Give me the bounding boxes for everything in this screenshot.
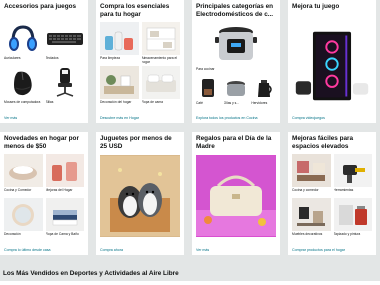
- cookware-image: [4, 154, 43, 187]
- tile-bedding[interactable]: Ropa de cama: [141, 66, 180, 108]
- card-title: Juguetes por menos de 25 USD: [100, 135, 172, 150]
- card-title: Mejora tu juego: [292, 3, 340, 10]
- card-home-under-50: Novedades en hogar por menos de $50 Coci…: [0, 132, 88, 255]
- tile-label: Ollas y s...: [223, 101, 240, 105]
- tile-label: Ropa de Cama y Baño: [45, 232, 79, 236]
- mirror-image: [4, 198, 43, 231]
- gaming-pc-image[interactable]: [292, 23, 372, 109]
- tile-label: Cocina y comedor: [292, 188, 319, 192]
- card-home-essentials: Compra los esenciales para tu hogar Para…: [96, 0, 184, 123]
- handbag-image[interactable]: [196, 155, 276, 237]
- headset-image: [4, 22, 43, 55]
- tile-headsets[interactable]: Auriculares: [4, 22, 43, 64]
- tile-label: Decoración del hogar: [100, 100, 132, 104]
- card-gaming-accessories: Accesorios para juegos Auriculares Tecla…: [0, 0, 88, 123]
- tile-mice[interactable]: Mouses de computadora: [4, 66, 43, 108]
- tile-label: Auriculares: [4, 56, 21, 60]
- card-toys-under-25: Juguetes por menos de 25 USD Compra ahor…: [96, 132, 184, 255]
- dining-image: [292, 154, 331, 187]
- tile-label: Teclados: [45, 56, 59, 60]
- tile-cooking[interactable]: Para cocinar: [196, 22, 276, 75]
- card-easy-upgrades: Mejoras fáciles para espacios elevados C…: [288, 132, 376, 255]
- tile-label: Para limpieza: [100, 56, 120, 60]
- card-title: Mejoras fáciles para espacios elevados: [292, 135, 354, 150]
- best-sellers-sports-heading: Los Más Vendidos en Deportes y Actividad…: [3, 270, 179, 277]
- tile-decorative-furniture[interactable]: Muebles decorativos: [292, 198, 331, 240]
- coffee-maker-image: [196, 76, 221, 100]
- tile-label: Mejoras del Hogar: [45, 188, 73, 192]
- tile-label: Decoración: [4, 232, 21, 236]
- gaming-chair-image: [46, 66, 85, 99]
- tile-storage[interactable]: Almacenamiento para el hogar: [141, 22, 180, 64]
- tile-kettles[interactable]: Hervidores: [251, 76, 276, 109]
- tile-label: Almacenamiento para el hogar: [141, 56, 178, 64]
- best-sellers-carousel[interactable]: [0, 281, 380, 285]
- tile-tools[interactable]: Herramientas: [333, 154, 372, 196]
- tile-kitchen-dining[interactable]: Cocina y Comedor: [4, 154, 43, 196]
- see-more-link[interactable]: Ver más: [196, 248, 209, 252]
- tile-label: Cocina y Comedor: [4, 188, 32, 192]
- tile-upholstery-paint[interactable]: Tapizado y pintura: [333, 198, 372, 240]
- home-decor-image: [100, 66, 139, 99]
- tile-label: Sillas: [45, 100, 54, 104]
- kettle-image: [251, 76, 276, 100]
- paint-image: [333, 198, 372, 231]
- card-title: Compra los esenciales para tu hogar: [100, 3, 170, 18]
- shop-home-products-link[interactable]: Comprar productos para el hogar: [292, 248, 345, 252]
- furniture-image: [292, 198, 331, 231]
- card-title: Novedades en hogar por menos de $50: [4, 135, 79, 150]
- tile-decor[interactable]: Decoración: [4, 198, 43, 240]
- tile-label: Hervidores: [251, 101, 268, 105]
- tile-pots[interactable]: Ollas y s...: [224, 76, 249, 109]
- card-kitchen-appliances: Principales categorías en Electrodomésti…: [192, 0, 280, 123]
- tile-chairs[interactable]: Sillas: [46, 66, 85, 108]
- card-title: Accesorios para juegos: [4, 3, 77, 10]
- tile-label: Mouses de computadora: [4, 100, 41, 104]
- tile-label: Ropa de cama: [141, 100, 163, 104]
- shop-now-link[interactable]: Compra ahora: [100, 248, 123, 252]
- tile-cleaning[interactable]: Para limpieza: [100, 22, 139, 64]
- tile-label: Café: [196, 101, 203, 105]
- card-upgrade-gaming: Mejora tu juego Compra videojuegos: [288, 0, 376, 123]
- tile-label: Muebles decorativos: [292, 232, 323, 236]
- tile-kitchen-dining[interactable]: Cocina y comedor: [292, 154, 331, 196]
- tile-home-improvement[interactable]: Mejoras del Hogar: [45, 154, 84, 196]
- card-title: Principales categorías en Electrodomésti…: [196, 3, 274, 18]
- see-more-link[interactable]: Ver más: [4, 116, 17, 120]
- card-title: Regalos para el Día de la Madre: [196, 135, 272, 150]
- discover-home-link[interactable]: Descubre más en Hogar: [100, 116, 139, 120]
- mouse-image: [4, 66, 43, 99]
- card-mothers-day: Regalos para el Día de la Madre Ver más: [192, 132, 280, 255]
- tile-coffee[interactable]: Café: [196, 76, 221, 109]
- canisters-image: [45, 154, 84, 187]
- explore-kitchen-link[interactable]: Explora todos los productos en Cocina: [196, 116, 258, 120]
- shop-latest-home-link[interactable]: Compra lo último desde casa: [4, 248, 51, 252]
- slow-cooker-image: [224, 76, 249, 100]
- shop-video-games-link[interactable]: Compra videojuegos: [292, 116, 325, 120]
- tile-bed-bath[interactable]: Ropa de Cama y Baño: [45, 198, 84, 240]
- tile-home-decor[interactable]: Decoración del hogar: [100, 66, 139, 108]
- tile-keyboards[interactable]: Teclados: [46, 22, 85, 64]
- tile-label: Para cocinar: [196, 67, 215, 71]
- keyboard-image: [46, 22, 85, 55]
- cleaning-image: [100, 22, 139, 55]
- tile-label: Tapizado y pintura: [333, 232, 361, 236]
- plush-penguins-image[interactable]: [100, 155, 180, 237]
- tile-label: Herramientas: [333, 188, 354, 192]
- storage-image: [141, 22, 180, 55]
- tools-image: [333, 154, 372, 187]
- bedding-image: [141, 66, 180, 99]
- pressure-cooker-image: [196, 22, 276, 66]
- page: { "cards": [ { "title": "Accesorios para…: [0, 0, 380, 285]
- towels-image: [45, 198, 84, 231]
